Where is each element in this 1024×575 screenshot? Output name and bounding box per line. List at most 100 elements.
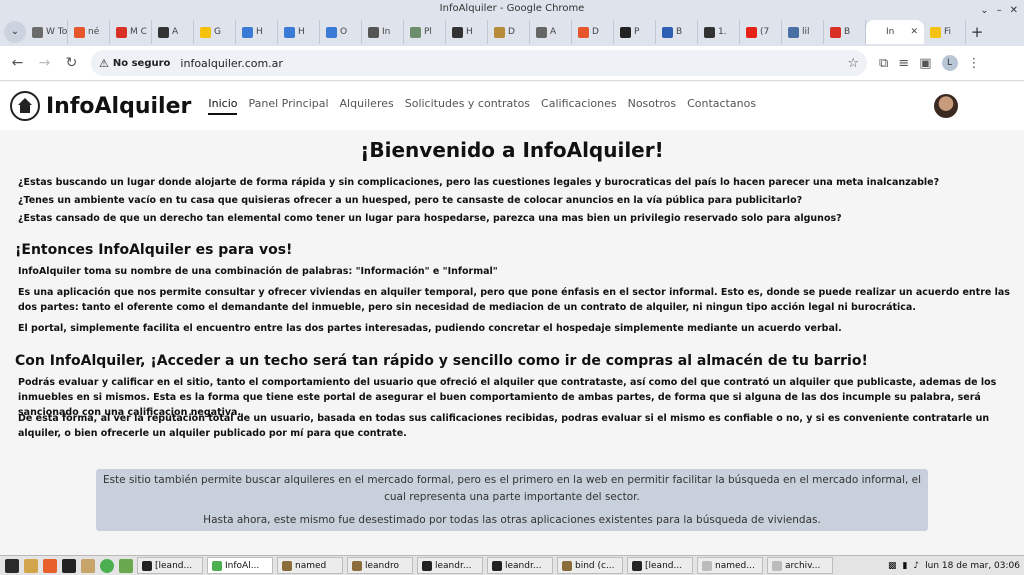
profile-avatar[interactable]: L [941,55,958,71]
favicon-icon [242,26,253,38]
nav-link[interactable]: Alquileres [340,97,394,115]
section-heading: ¡Entonces InfoAlquiler es para vos! [15,242,293,258]
toolbar-actions: ⧉ ≡ ▣ L ⋮ [879,55,981,71]
intro-question: ¿Estas buscando un lugar donde alojarte … [18,177,940,188]
taskbar-window-button[interactable]: bind (c... [557,557,623,574]
favicon-icon [746,26,757,38]
page-title: ¡Bienvenido a InfoAlquiler! [360,138,664,162]
favicon-icon [74,26,85,38]
tab-label: (7 [760,27,770,37]
app-icon [282,560,292,571]
browser-tab[interactable]: D [572,20,614,44]
taskbar-window-button[interactable]: [leand... [627,557,693,574]
browser-tab[interactable]: W To [26,20,68,44]
tab-label: H [466,27,473,37]
volume-icon[interactable]: ♪ [913,561,919,571]
browser-tab[interactable]: H [278,20,320,44]
desktop-icon[interactable] [24,558,38,573]
media-control-icon[interactable]: ≡ [898,56,909,71]
reload-button[interactable]: ↻ [58,55,85,71]
close-tab-icon[interactable]: ✕ [910,27,918,37]
nav-link[interactable]: Panel Principal [248,97,328,115]
site-brand[interactable]: InfoAlquiler [46,94,191,119]
taskbar-window-button[interactable]: [leand... [137,557,203,574]
site-navbar: InfoAlquiler Inicio Panel Principal Alquil… [0,82,1024,130]
url-text[interactable]: infoalquiler.com.ar [180,57,847,70]
browser-tab[interactable]: A [530,20,572,44]
task-label: [leand... [155,560,193,571]
chrome-icon[interactable] [100,558,114,573]
bookmark-star-icon[interactable]: ☆ [847,56,859,71]
nav-link[interactable]: Calificaciones [541,97,617,115]
warning-icon[interactable]: ⚠ [99,57,109,70]
browser-tab[interactable]: O [320,20,362,44]
main-content: ¡Bienvenido a InfoAlquiler! ¿Estas busca… [0,130,1024,555]
tab-label: In [382,27,391,37]
taskbar-window-button[interactable]: leandr... [487,557,553,574]
favicon-icon [578,26,589,38]
task-label: named [295,560,327,571]
side-panel-icon[interactable]: ▣ [919,56,931,71]
tab-label: Pl [424,27,432,37]
network-icon[interactable]: ▩ [888,561,897,571]
info-text: Este sitio también permite buscar alquil… [102,474,922,503]
tab-label: Fi [944,27,952,37]
nav-link[interactable]: Nosotros [628,97,676,115]
browser-tab[interactable]: In ✕ [866,20,924,44]
firefox-icon[interactable] [43,558,57,573]
taskbar-window-button[interactable]: named [277,557,343,574]
app-icon [422,560,432,571]
security-label[interactable]: No seguro [113,58,171,69]
battery-icon[interactable]: ▮ [902,561,907,571]
taskbar-window-button[interactable]: leandro [347,557,413,574]
extensions-icon[interactable]: ⧉ [879,56,888,71]
browser-tab[interactable]: (7 [740,20,782,44]
user-avatar[interactable] [934,94,958,118]
browser-tab[interactable]: 1. [698,20,740,44]
clock[interactable]: lun 18 de mar, 03:06 [925,561,1020,571]
browser-tab[interactable]: B [656,20,698,44]
favicon-icon [32,26,43,38]
forward-button[interactable]: → [31,55,58,71]
terminal-icon[interactable] [62,558,76,573]
browser-toolbar: ← → ↻ ⚠ No seguro infoalquiler.com.ar ☆ … [0,46,1024,81]
house-logo-icon[interactable] [10,91,40,121]
launcher-icon[interactable] [5,558,19,573]
browser-tab[interactable]: D [488,20,530,44]
taskbar-window-button[interactable]: leandr... [417,557,483,574]
tab-label: né [88,27,100,37]
favicon-icon [704,26,715,38]
folder-icon[interactable] [81,558,95,573]
tab-search-button[interactable]: ⌄ [4,21,26,43]
tab-label: P [634,27,640,37]
back-button[interactable]: ← [4,55,31,71]
browser-tab[interactable]: A [152,20,194,44]
new-tab-button[interactable]: + [966,23,988,41]
tab-label: O [340,27,348,37]
browser-tab[interactable]: M C [110,20,152,44]
app-icon [632,560,642,571]
task-list: [leand... InfoAl... named leandro leandr... l… [133,557,833,574]
browser-tab[interactable]: B [824,20,866,44]
taskbar-window-button[interactable]: archiv... [767,557,833,574]
nav-link[interactable]: Solicitudes y contratos [405,97,530,115]
browser-tab[interactable]: lil [782,20,824,44]
address-bar[interactable]: ⚠ No seguro infoalquiler.com.ar ☆ [91,50,867,76]
info-box: Este sitio también permite buscar alquil… [96,469,928,531]
browser-tab[interactable]: P [614,20,656,44]
nav-link[interactable]: Inicio [208,97,238,115]
browser-tab[interactable]: H [236,20,278,44]
play-icon[interactable] [119,558,133,573]
browser-tab[interactable]: Pl [404,20,446,44]
taskbar-window-button[interactable]: named... [697,557,763,574]
browser-tab[interactable]: G [194,20,236,44]
browser-tab[interactable]: né [68,20,110,44]
browser-tab[interactable]: Fi [924,20,966,44]
nav-link[interactable]: Contactanos [687,97,756,115]
browser-tab[interactable]: In [362,20,404,44]
taskbar-window-button[interactable]: InfoAl... [207,557,273,574]
chrome-menu-icon[interactable]: ⋮ [968,56,981,71]
window-title: InfoAlquiler - Google Chrome [439,3,585,14]
browser-tab[interactable]: H [446,20,488,44]
favicon-icon [830,26,841,38]
